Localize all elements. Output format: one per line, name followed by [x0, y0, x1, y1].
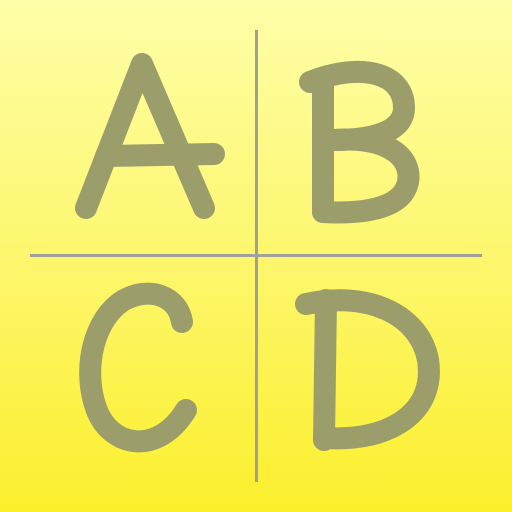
letter-a-crossbar	[95, 143, 225, 167]
letter-d[interactable]	[295, 289, 440, 451]
letter-a[interactable]	[75, 53, 225, 219]
letter-grid	[75, 53, 440, 453]
letter-b[interactable]	[299, 60, 420, 224]
letter-d-spine	[313, 289, 337, 451]
letter-c[interactable]	[79, 282, 197, 453]
letter-b-lower-bowl	[312, 128, 420, 224]
letter-a-stroke	[75, 53, 215, 219]
letter-c-stroke	[79, 282, 197, 453]
